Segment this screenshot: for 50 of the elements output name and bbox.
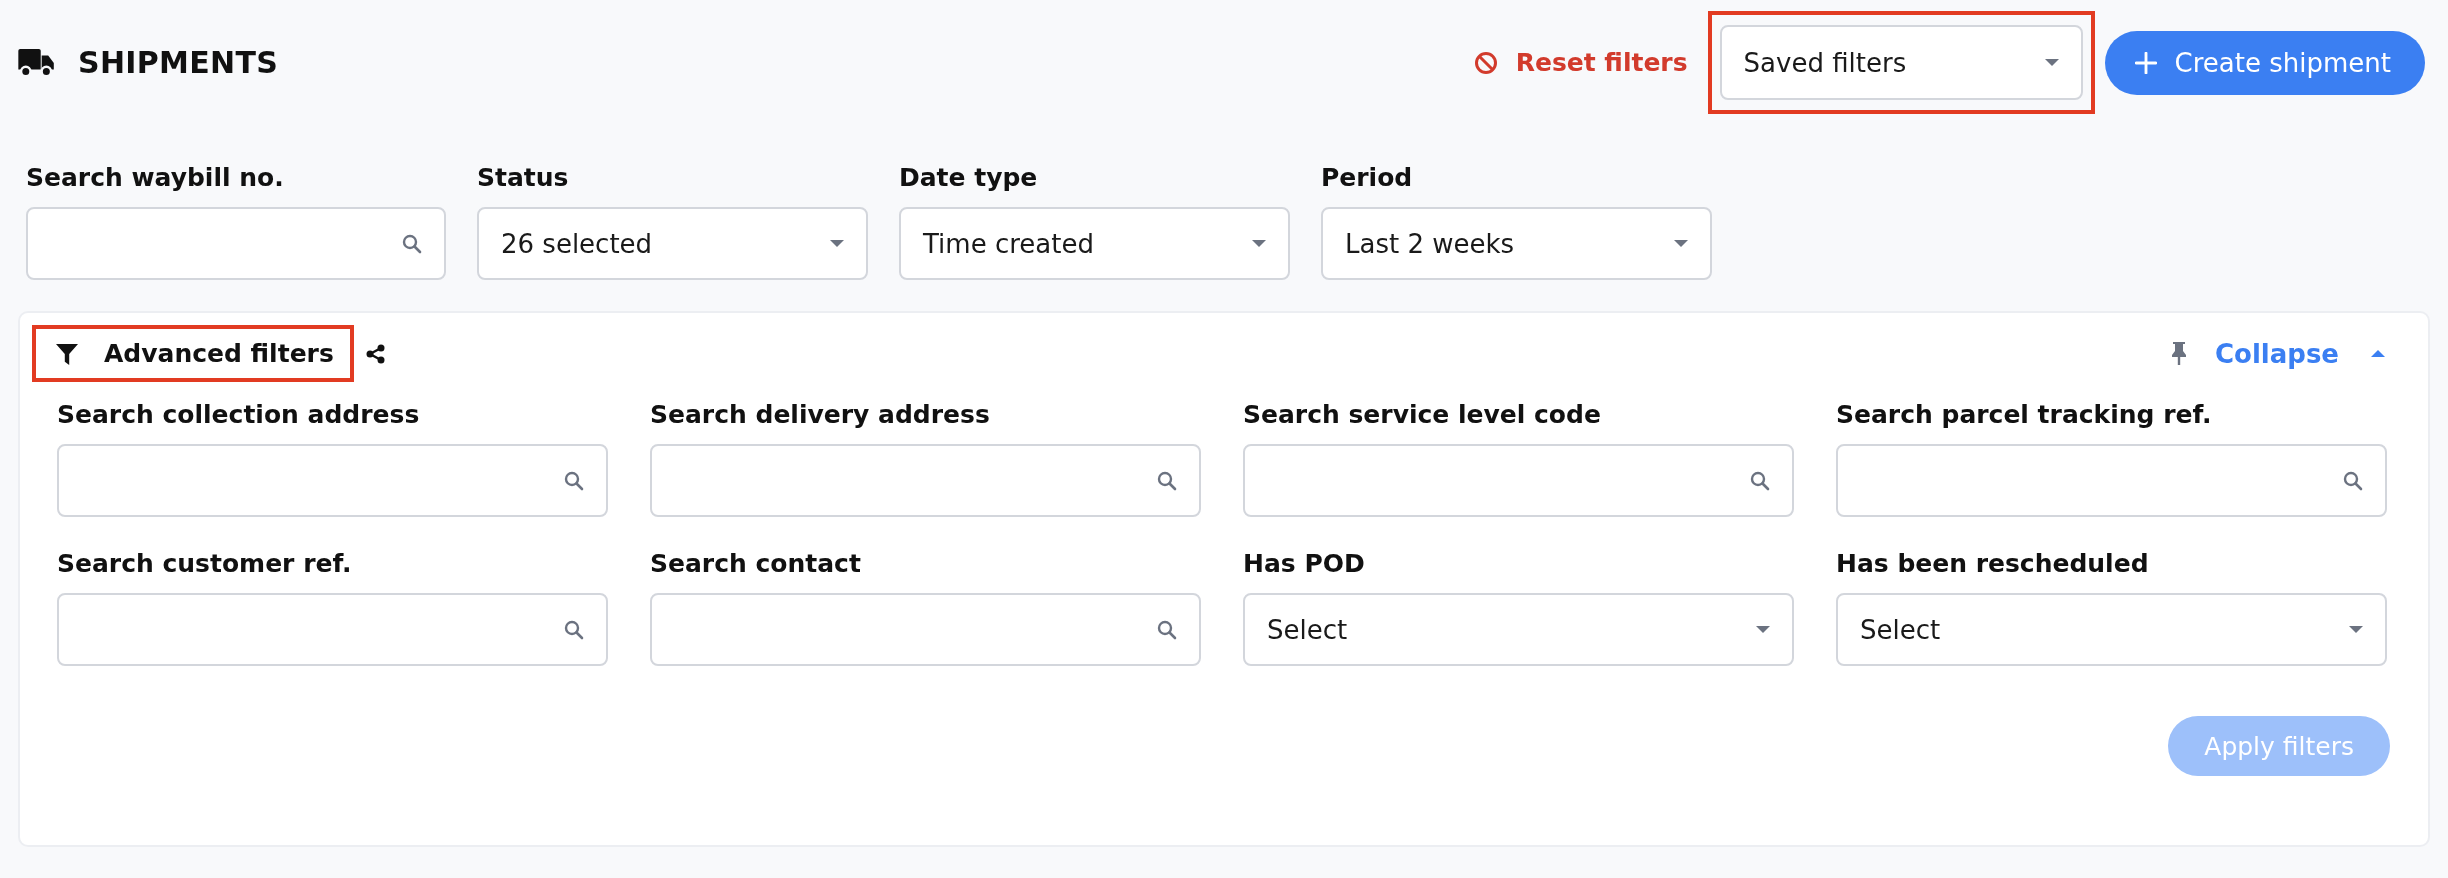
page-title: SHIPMENTS — [78, 45, 279, 80]
caret-icon — [2349, 626, 2363, 633]
search-icon — [1750, 470, 1770, 491]
caret-up-icon — [2371, 350, 2385, 357]
search-icon — [1157, 619, 1177, 640]
search-icon — [2343, 470, 2363, 491]
truck-icon — [18, 48, 56, 77]
caret-icon — [1674, 240, 1688, 247]
field-label: Date type — [899, 163, 1039, 193]
caret-icon — [2044, 59, 2059, 66]
select-dropdown[interactable]: Time created — [899, 207, 1290, 280]
field-label: Status — [477, 163, 570, 193]
search-icon — [564, 470, 584, 491]
share-icon — [365, 343, 386, 364]
field-label: Period — [1321, 163, 1414, 193]
field-label: Search delivery address — [650, 400, 991, 430]
search-field[interactable] — [57, 593, 608, 666]
plus-icon — [2134, 51, 2157, 74]
search-icon — [1157, 470, 1177, 491]
search-field[interactable] — [1836, 444, 2387, 517]
select-dropdown[interactable]: 26 selected — [477, 207, 868, 280]
search-field[interactable] — [650, 444, 1201, 517]
create-shipment-button[interactable]: Create shipment — [2104, 30, 2425, 95]
reset-filters-link[interactable]: Reset filters — [1473, 48, 1688, 77]
ban-icon — [1473, 50, 1498, 75]
search-field[interactable] — [26, 207, 446, 280]
field-label: Search customer ref. — [57, 549, 353, 579]
field-label: Search service level code — [1243, 400, 1602, 430]
pin-icon — [2170, 341, 2187, 366]
caret-icon — [1252, 240, 1266, 247]
search-field[interactable] — [650, 593, 1201, 666]
select-dropdown[interactable]: Select — [1836, 593, 2387, 666]
field-label: Search collection address — [57, 400, 421, 430]
search-icon — [402, 233, 422, 254]
field-label: Search parcel tracking ref. — [1836, 400, 2213, 430]
section-title: Advanced filters — [104, 339, 334, 368]
saved-filters-dropdown[interactable]: Saved filters — [1719, 25, 2083, 100]
collapse-toggle[interactable]: Collapse — [2214, 338, 2385, 369]
field-label: Search waybill no. — [26, 163, 285, 193]
field-label: Has POD — [1243, 549, 1366, 579]
caret-icon — [830, 240, 844, 247]
select-dropdown[interactable]: Last 2 weeks — [1321, 207, 1712, 280]
filter-icon — [56, 342, 78, 365]
field-label: Has been rescheduled — [1836, 549, 2150, 579]
field-label: Search contact — [650, 549, 862, 579]
select-dropdown[interactable]: Select — [1243, 593, 1794, 666]
search-field[interactable] — [57, 444, 608, 517]
caret-icon — [1756, 626, 1770, 633]
search-icon — [564, 619, 584, 640]
search-field[interactable] — [1243, 444, 1794, 517]
